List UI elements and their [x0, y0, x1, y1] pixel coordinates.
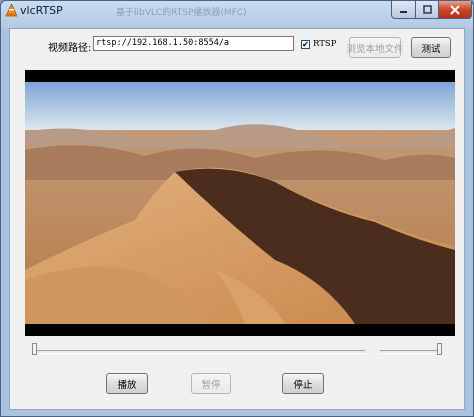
pause-button[interactable]: 暂停 — [191, 373, 231, 394]
test-button[interactable]: 测试 — [411, 37, 451, 58]
progress-slider-track[interactable] — [32, 350, 365, 354]
background-window-title: 基于libVLC的RTSP播放器(MFC) — [116, 8, 247, 17]
window-title: vlcRTSP — [20, 4, 63, 17]
minimize-button[interactable] — [391, 1, 416, 19]
title-bar[interactable]: vlcRTSP 基于libVLC的RTSP播放器(MFC) — [1, 1, 473, 21]
app-icon — [5, 4, 18, 17]
path-label: 视频路径: — [48, 43, 92, 54]
close-button[interactable] — [438, 1, 472, 19]
stop-button[interactable]: 停止 — [282, 373, 324, 394]
volume-slider-thumb[interactable] — [437, 343, 442, 355]
app-window: vlcRTSP 基于libVLC的RTSP播放器(MFC) 视频路径: rtsp… — [0, 0, 474, 417]
play-button[interactable]: 播放 — [106, 373, 148, 394]
volume-slider-track[interactable] — [380, 350, 442, 354]
progress-slider-thumb[interactable] — [32, 343, 37, 355]
path-input[interactable]: rtsp://192.168.1.50:8554/a — [93, 36, 294, 51]
video-frame — [25, 70, 455, 336]
maximize-icon — [422, 5, 432, 14]
dialog-client-area: 视频路径: rtsp://192.168.1.50:8554/a ✔ RTSP … — [9, 28, 465, 410]
video-panel — [25, 70, 455, 336]
rtsp-checkbox-label[interactable]: RTSP — [313, 39, 336, 49]
check-icon: ✔ — [302, 40, 309, 49]
close-icon — [450, 4, 460, 15]
browse-local-file-button[interactable]: 浏览本地文件 — [347, 37, 404, 58]
minimize-icon — [400, 11, 407, 13]
maximize-button[interactable] — [415, 1, 439, 19]
rtsp-checkbox[interactable]: ✔ — [301, 40, 310, 49]
